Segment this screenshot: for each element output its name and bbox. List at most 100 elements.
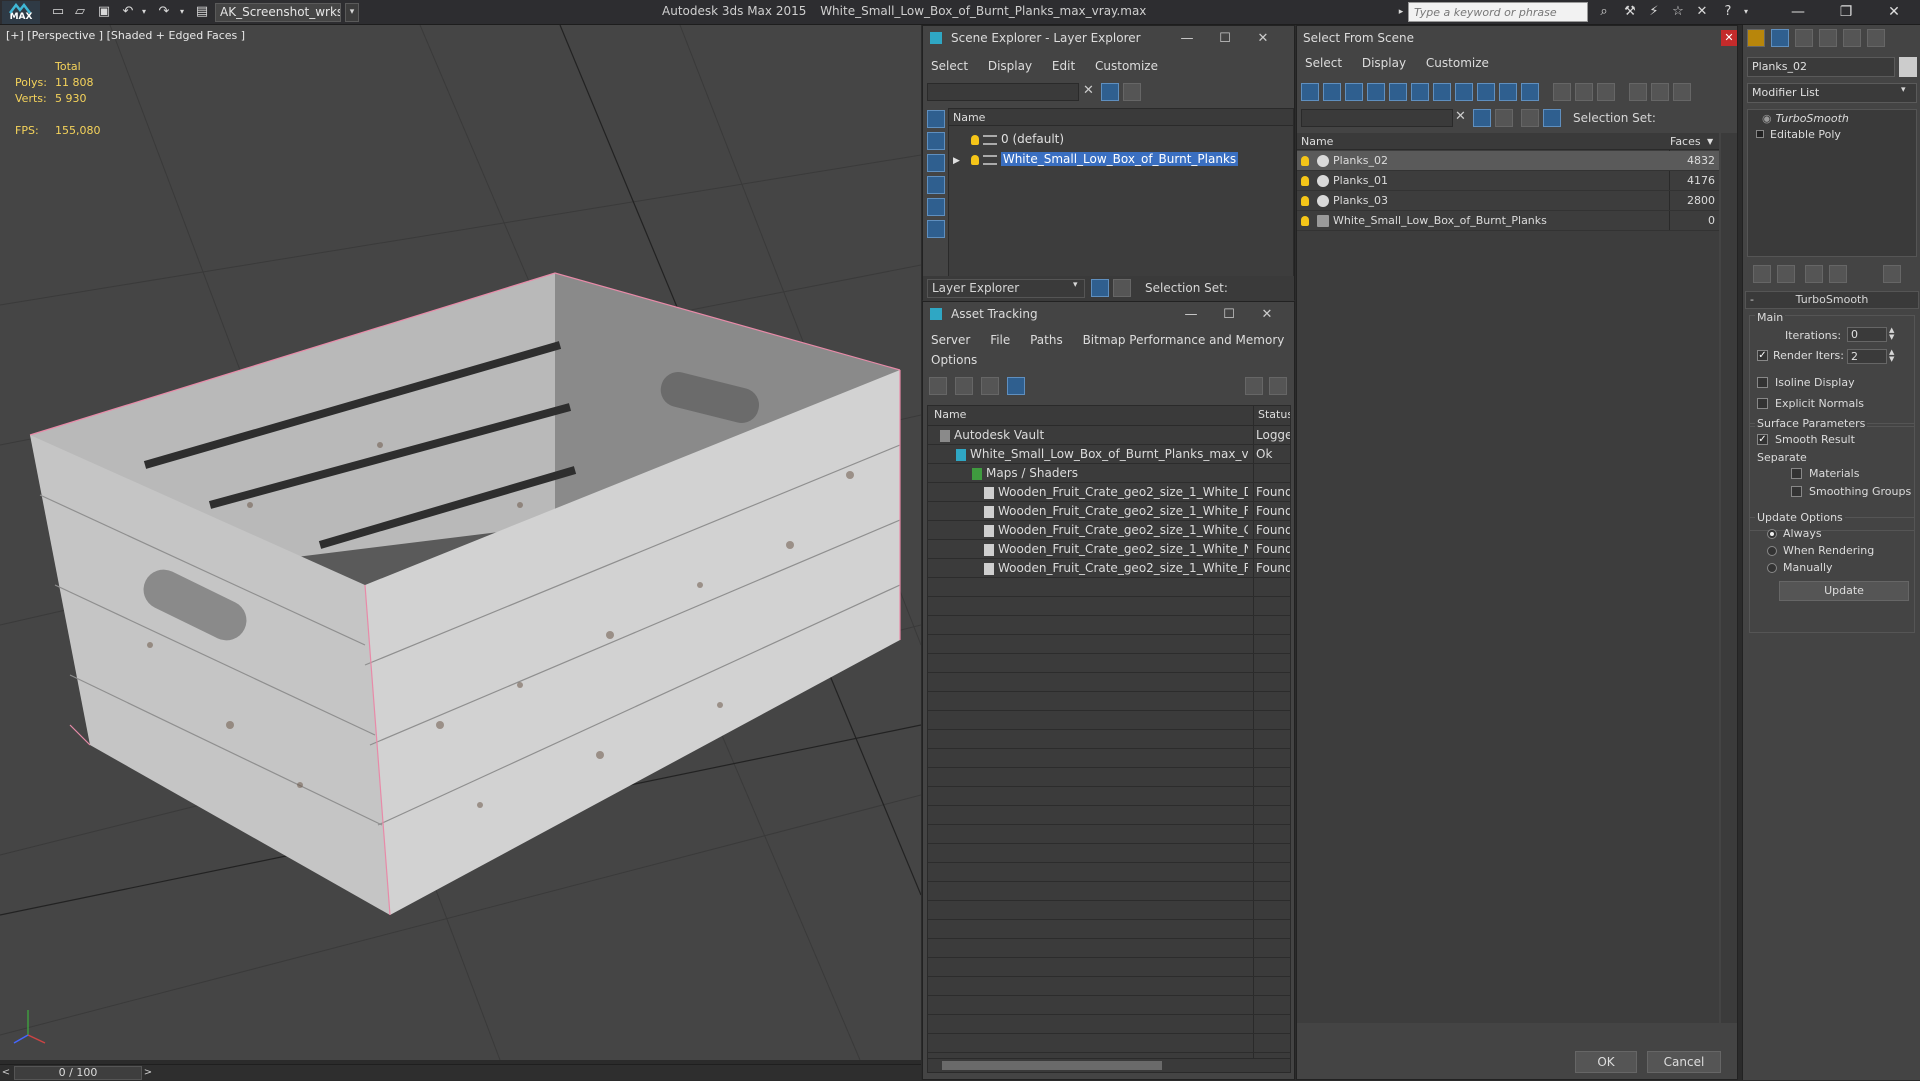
empty-asset-row[interactable] xyxy=(928,768,1290,787)
se-lights-filter-icon[interactable] xyxy=(927,154,945,172)
sfs-shapes-filter-icon[interactable] xyxy=(1323,83,1341,101)
sfs-find-case-icon[interactable] xyxy=(1473,109,1491,127)
asset-row[interactable]: Autodesk Vault Logged xyxy=(928,426,1290,445)
smoothing-groups-checkbox[interactable] xyxy=(1791,486,1802,497)
empty-asset-row[interactable] xyxy=(928,996,1290,1015)
at-list-icon[interactable] xyxy=(955,377,973,395)
close-button[interactable]: ✕ xyxy=(1874,0,1914,25)
explicit-normals-checkbox[interactable] xyxy=(1757,398,1768,409)
time-prev-icon[interactable]: < xyxy=(0,1065,12,1081)
se-search-input[interactable] xyxy=(927,83,1079,101)
sfs-xrefs-filter-icon[interactable] xyxy=(1455,83,1473,101)
update-button[interactable]: Update xyxy=(1779,581,1909,601)
utilities-tab-icon[interactable] xyxy=(1867,29,1885,47)
empty-asset-row[interactable] xyxy=(928,1034,1290,1053)
subscription-icon[interactable]: ⚒ xyxy=(1622,4,1638,20)
asset-row[interactable]: Wooden_Fruit_Crate_geo2_size_1_White_Fre… xyxy=(928,502,1290,521)
viewport-label[interactable]: [+] [Perspective ] [Shaded + Edged Faces… xyxy=(6,29,245,42)
empty-asset-row[interactable] xyxy=(928,901,1290,920)
object-name-field[interactable]: Planks_02 xyxy=(1747,57,1895,77)
sfs-groups-filter-icon[interactable] xyxy=(1433,83,1451,101)
open-file-icon[interactable]: ▱ xyxy=(72,4,88,20)
sfs-sort-arrow-icon[interactable]: ▼ xyxy=(1707,133,1713,150)
object-color-swatch[interactable] xyxy=(1899,57,1917,77)
at-horizontal-scrollbar[interactable] xyxy=(927,1058,1291,1073)
asset-row[interactable]: Wooden_Fruit_Crate_geo2_size_1_White_Ref… xyxy=(928,559,1290,578)
se-spacewarps-filter-icon[interactable] xyxy=(927,220,945,238)
empty-asset-row[interactable] xyxy=(928,920,1290,939)
minimize-button[interactable]: — xyxy=(1778,0,1818,25)
empty-asset-row[interactable] xyxy=(928,692,1290,711)
layer-row[interactable]: 0 (default) xyxy=(949,129,1293,149)
se-menu-customize[interactable]: Customize xyxy=(1087,56,1166,76)
undo-icon[interactable]: ↶ xyxy=(120,4,136,20)
sfs-geometry-filter-icon[interactable] xyxy=(1301,83,1319,101)
sfs-close-button[interactable]: ✕ xyxy=(1721,30,1737,46)
at-menu-bitmap-performance[interactable]: Bitmap Performance and Memory xyxy=(1075,330,1293,350)
empty-asset-row[interactable] xyxy=(928,578,1290,597)
render-iters-checkbox[interactable]: ✓ xyxy=(1757,350,1768,361)
motion-tab-icon[interactable] xyxy=(1819,29,1837,47)
empty-asset-row[interactable] xyxy=(928,749,1290,768)
layer-explorer-mode-icon[interactable] xyxy=(1091,279,1109,297)
object-visibility-bulb-icon[interactable] xyxy=(1301,176,1309,186)
hierarchy-mode-icon[interactable] xyxy=(1113,279,1131,297)
project-folder-icon[interactable]: ▤ xyxy=(194,4,210,20)
undo-dropdown-icon[interactable]: ▾ xyxy=(136,4,152,20)
at-thumbnail-icon[interactable] xyxy=(981,377,999,395)
ok-button[interactable]: OK xyxy=(1575,1051,1637,1073)
sfs-search-input[interactable] xyxy=(1301,109,1453,127)
empty-asset-row[interactable] xyxy=(928,597,1290,616)
perspective-viewport[interactable]: [+] [Perspective ] [Shaded + Edged Faces… xyxy=(0,25,921,1060)
sfs-select-none-icon[interactable] xyxy=(1575,83,1593,101)
scene-object-row[interactable]: Planks_02 4832 xyxy=(1297,151,1719,171)
display-tab-icon[interactable] xyxy=(1843,29,1861,47)
modify-tab-icon[interactable] xyxy=(1771,29,1789,47)
at-help-icon[interactable] xyxy=(1245,377,1263,395)
sfs-invert-selection-icon[interactable] xyxy=(1597,83,1615,101)
always-radio[interactable] xyxy=(1767,529,1777,539)
at-table-view-icon[interactable] xyxy=(1007,377,1025,395)
isoline-display-checkbox[interactable] xyxy=(1757,377,1768,388)
iterations-spinner-arrows-icon[interactable]: ▲ ▼ xyxy=(1889,327,1894,341)
scene-object-row[interactable]: White_Small_Low_Box_of_Burnt_Planks 0 xyxy=(1297,211,1719,231)
materials-checkbox[interactable] xyxy=(1791,468,1802,479)
manually-radio[interactable] xyxy=(1767,563,1777,573)
layer-row-selected[interactable]: ▶ White_Small_Low_Box_of_Burnt_Planks xyxy=(949,149,1293,169)
at-menu-file[interactable]: File xyxy=(982,330,1018,350)
se-helpers-filter-icon[interactable] xyxy=(927,198,945,216)
turbosmooth-rollout-header[interactable]: - TurboSmooth xyxy=(1745,291,1919,309)
at-close-button[interactable]: ✕ xyxy=(1253,302,1281,327)
se-minimize-button[interactable]: — xyxy=(1173,26,1201,51)
sfs-menu-customize[interactable]: Customize xyxy=(1418,53,1497,73)
se-close-button[interactable]: ✕ xyxy=(1249,26,1277,51)
se-shapes-filter-icon[interactable] xyxy=(927,132,945,150)
object-visibility-bulb-icon[interactable] xyxy=(1301,156,1309,166)
at-menu-paths[interactable]: Paths xyxy=(1022,330,1071,350)
modifier-list-arrow-icon[interactable]: ▾ xyxy=(1901,85,1906,95)
sfs-sort-icon[interactable] xyxy=(1651,83,1669,101)
cancel-button[interactable]: Cancel xyxy=(1647,1051,1721,1073)
se-column-name[interactable]: Name xyxy=(949,109,1293,126)
empty-asset-row[interactable] xyxy=(928,939,1290,958)
scene-object-row[interactable]: Planks_01 4176 xyxy=(1297,171,1719,191)
save-file-icon[interactable]: ▣ xyxy=(96,4,112,20)
app-logo[interactable]: MAX xyxy=(2,1,40,24)
redo-icon[interactable]: ↷ xyxy=(156,4,172,20)
hierarchy-tab-icon[interactable] xyxy=(1795,29,1813,47)
sfs-lights-filter-icon[interactable] xyxy=(1345,83,1363,101)
modifier-bulb-icon[interactable]: ◉ xyxy=(1762,112,1772,125)
sfs-frozen-filter-icon[interactable] xyxy=(1521,83,1539,101)
sfs-hierarchy-icon[interactable] xyxy=(1543,109,1561,127)
object-visibility-bulb-icon[interactable] xyxy=(1301,196,1309,206)
asset-row[interactable]: Wooden_Fruit_Crate_geo2_size_1_White_Glo… xyxy=(928,521,1290,540)
sfs-bones-filter-icon[interactable] xyxy=(1477,83,1495,101)
explorer-type-dropdown[interactable]: Layer Explorer xyxy=(927,279,1085,298)
sfs-select-all-icon[interactable] xyxy=(1553,83,1571,101)
at-col-status[interactable]: Status xyxy=(1258,406,1290,423)
explorer-type-arrow-icon[interactable]: ▾ xyxy=(1073,280,1078,290)
workspace-selector[interactable]: AK_Screenshot_wrksp xyxy=(215,3,341,22)
sfs-cameras-filter-icon[interactable] xyxy=(1367,83,1385,101)
stack-expand-icon[interactable] xyxy=(1756,130,1764,138)
help-icon[interactable]: ? xyxy=(1720,4,1736,20)
